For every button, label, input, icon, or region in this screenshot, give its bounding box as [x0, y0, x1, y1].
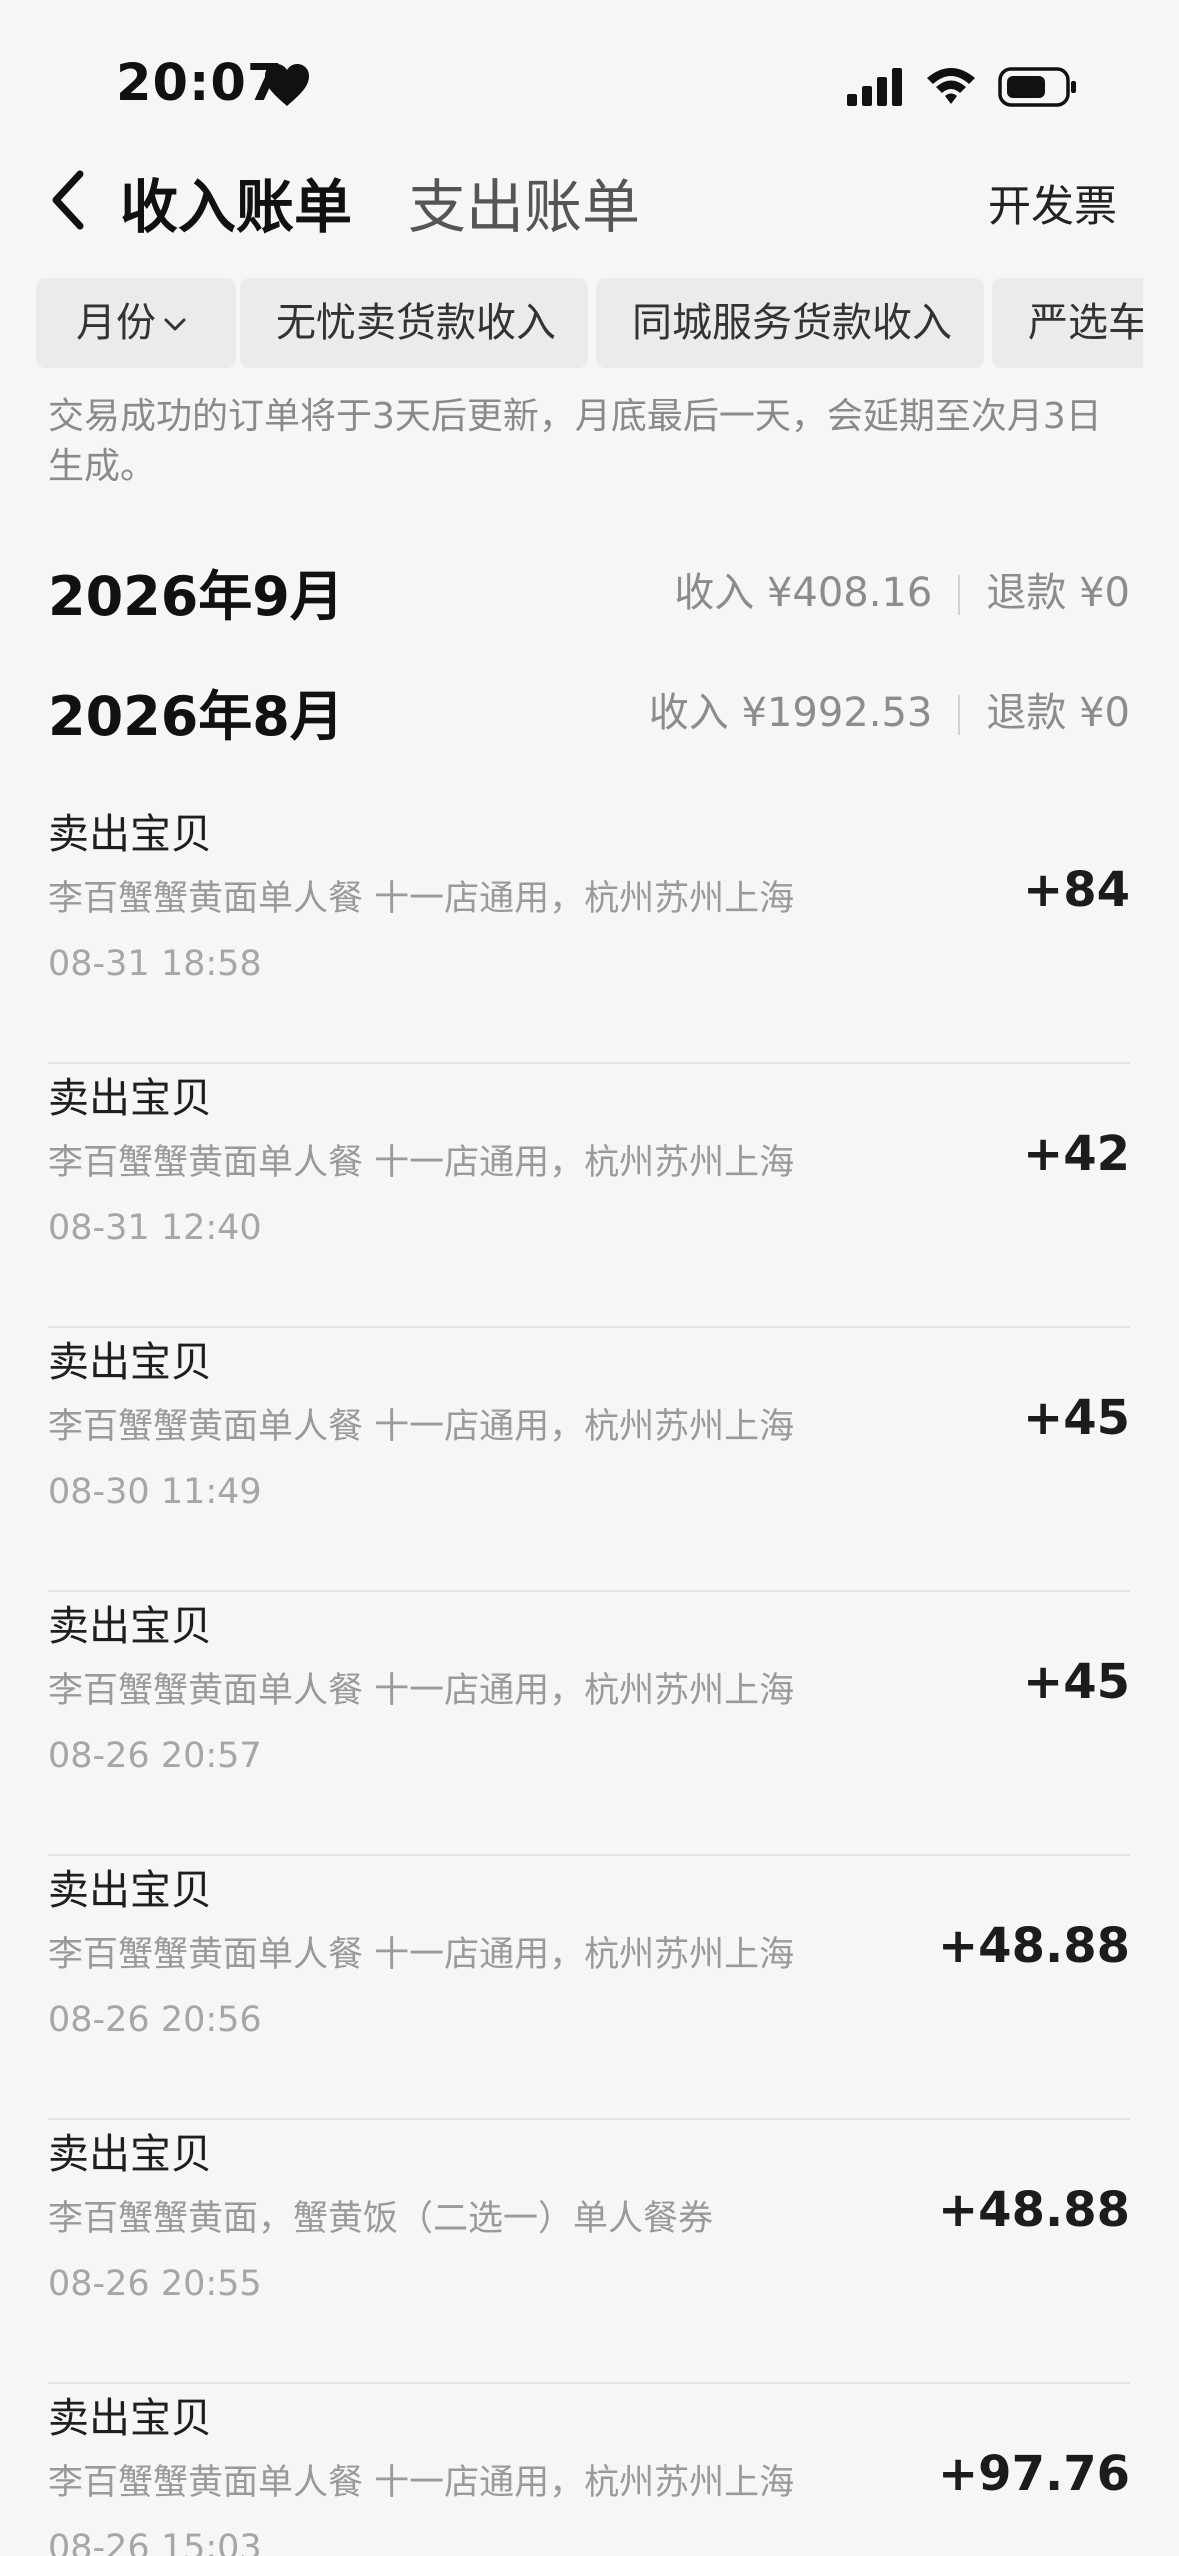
transaction-amount: +48.88	[937, 2182, 1130, 2238]
wifi-icon	[927, 68, 975, 104]
filter-chip-selected-car[interactable]: 严选车	[992, 278, 1143, 368]
month-totals: 收入 ¥408.16 退款 ¥0	[674, 560, 1130, 618]
transaction-time: 08-31 12:40	[48, 1208, 262, 1248]
transaction-row[interactable]: 卖出宝贝 李百蟹蟹黄面单人餐 十一店通用，杭州苏州上海 08-31 12:40 …	[48, 1064, 1130, 1328]
transaction-amount: +48.88	[937, 1918, 1130, 1974]
transaction-title: 卖出宝贝	[48, 810, 212, 858]
transaction-description: 李百蟹蟹黄面单人餐 十一店通用，杭州苏州上海	[48, 2463, 795, 2503]
cellular-signal-icon	[847, 68, 902, 106]
filter-chip-local-service[interactable]: 同城服务货款收入	[596, 278, 984, 368]
back-arrow-icon[interactable]	[48, 168, 94, 232]
month-filter-chip[interactable]: 月份	[36, 278, 236, 368]
transaction-description: 李百蟹蟹黄面单人餐 十一店通用，杭州苏州上海	[48, 1935, 795, 1975]
month-title: 2026年9月	[48, 565, 344, 628]
month-income: 收入 ¥1992.53	[648, 690, 933, 736]
settlement-notice: 交易成功的订单将于3天后更新，月底最后一天，会延期至次月3日生成。	[48, 396, 1102, 487]
transaction-row[interactable]: 卖出宝贝 李百蟹蟹黄面单人餐 十一店通用，杭州苏州上海 08-30 11:49 …	[48, 1328, 1130, 1592]
transaction-title: 卖出宝贝	[48, 1602, 212, 1650]
transaction-description: 李百蟹蟹黄面，蟹黄饭（二选一）单人餐券	[48, 2199, 714, 2239]
transaction-title: 卖出宝贝	[48, 2130, 212, 2178]
tab-income-bill[interactable]: 收入账单	[120, 160, 352, 244]
transaction-title: 卖出宝贝	[48, 1074, 212, 1122]
transaction-amount: +45	[1022, 1654, 1130, 1710]
transaction-row[interactable]: 卖出宝贝 李百蟹蟹黄面单人餐 十一店通用，杭州苏州上海 08-26 15:03 …	[48, 2384, 1130, 2556]
transaction-description: 李百蟹蟹黄面单人餐 十一店通用，杭州苏州上海	[48, 1407, 795, 1447]
transaction-title: 卖出宝贝	[48, 2394, 212, 2442]
month-income: 收入 ¥408.16	[674, 570, 933, 616]
month-title: 2026年8月	[48, 685, 344, 748]
transaction-time: 08-26 20:55	[48, 2264, 262, 2304]
divider	[958, 695, 961, 735]
transaction-time: 08-31 18:58	[48, 944, 262, 984]
transaction-row[interactable]: 卖出宝贝 李百蟹蟹黄面单人餐 十一店通用，杭州苏州上海 08-26 20:56 …	[48, 1856, 1130, 2120]
month-refund: 退款 ¥0	[986, 570, 1130, 616]
screen: 20:07 收入账单 支出账单 开发票 月份 无忧卖货款收入 同城服务货款收入 …	[0, 0, 1179, 2556]
transaction-row[interactable]: 卖出宝贝 李百蟹蟹黄面，蟹黄饭（二选一）单人餐券 08-26 20:55 +48…	[48, 2120, 1130, 2384]
issue-invoice-button[interactable]: 开发票	[988, 172, 1117, 234]
transaction-description: 李百蟹蟹黄面单人餐 十一店通用，杭州苏州上海	[48, 879, 795, 919]
month-summary-row[interactable]: 2026年8月 收入 ¥1992.53 退款 ¥0	[48, 672, 1130, 748]
heart-icon	[265, 64, 309, 106]
transaction-time: 08-26 20:57	[48, 1736, 262, 1776]
transaction-title: 卖出宝贝	[48, 1338, 212, 1386]
transaction-amount: +84	[1022, 862, 1130, 918]
transaction-amount: +45	[1022, 1390, 1130, 1446]
status-time: 20:07	[116, 54, 284, 113]
chevron-down-icon	[164, 318, 186, 331]
transaction-time: 08-30 11:49	[48, 1472, 262, 1512]
transaction-title: 卖出宝贝	[48, 1866, 212, 1914]
status-bar: 20:07	[0, 0, 1179, 160]
transaction-time: 08-26 20:56	[48, 2000, 262, 2040]
transaction-row[interactable]: 卖出宝贝 李百蟹蟹黄面单人餐 十一店通用，杭州苏州上海 08-31 18:58 …	[48, 800, 1130, 1064]
transaction-description: 李百蟹蟹黄面单人餐 十一店通用，杭州苏州上海	[48, 1143, 795, 1183]
divider	[958, 575, 961, 615]
month-totals: 收入 ¥1992.53 退款 ¥0	[649, 680, 1130, 738]
month-summary-row[interactable]: 2026年9月 收入 ¥408.16 退款 ¥0	[48, 552, 1130, 628]
month-refund: 退款 ¥0	[986, 690, 1130, 736]
filter-chip-worry-free-sales[interactable]: 无忧卖货款收入	[240, 278, 588, 368]
transaction-description: 李百蟹蟹黄面单人餐 十一店通用，杭州苏州上海	[48, 1671, 795, 1711]
transaction-time: 08-26 15:03	[48, 2528, 262, 2556]
transaction-amount: +97.76	[937, 2446, 1130, 2502]
filter-chip-bar[interactable]: 月份 无忧卖货款收入 同城服务货款收入 严选车	[36, 278, 1143, 370]
month-filter-label: 月份	[76, 300, 156, 346]
battery-icon	[998, 67, 1076, 107]
transaction-amount: +42	[1022, 1126, 1130, 1182]
tab-expense-bill[interactable]: 支出账单	[408, 160, 640, 244]
transaction-row[interactable]: 卖出宝贝 李百蟹蟹黄面单人餐 十一店通用，杭州苏州上海 08-26 20:57 …	[48, 1592, 1130, 1856]
